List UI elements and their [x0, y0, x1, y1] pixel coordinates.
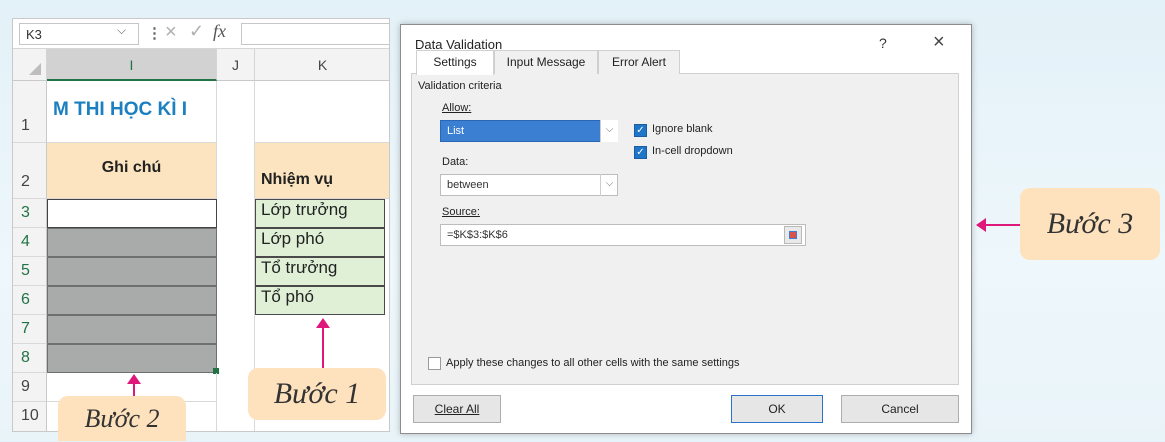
row-header-1[interactable]: 1: [13, 81, 47, 143]
ignore-blank-label: Ignore blank: [652, 123, 713, 135]
role-cell-to-pho[interactable]: Tổ phó: [255, 286, 385, 315]
row-header-9[interactable]: 9: [13, 373, 47, 402]
tab-input-message[interactable]: Input Message: [494, 50, 598, 74]
data-label: Data:: [442, 156, 469, 168]
row-header-2[interactable]: 2: [13, 143, 47, 199]
row-header-5[interactable]: 5: [13, 257, 47, 286]
data-select[interactable]: between: [440, 174, 618, 196]
tab-error-alert[interactable]: Error Alert: [598, 50, 680, 74]
apply-all-checkbox[interactable]: [428, 357, 441, 370]
close-icon[interactable]: ×: [933, 31, 945, 54]
ignore-blank-checkbox[interactable]: ✓: [634, 124, 647, 137]
validation-criteria-label: Validation criteria: [418, 80, 502, 92]
formula-bar: K3 ⌵ ⋮ × ✓ fx: [13, 19, 389, 49]
source-label: Source:: [442, 206, 480, 218]
buoc2-label: Bước 2: [58, 396, 186, 441]
data-dropdown-icon[interactable]: ⌵: [600, 174, 618, 196]
header-nhiem-vu[interactable]: Nhiệm vụ: [255, 143, 389, 199]
buoc3-label: Bước 3: [1020, 188, 1160, 260]
row-header-10[interactable]: 10: [13, 402, 47, 431]
role-cell-to-truong[interactable]: Tổ trưởng: [255, 257, 385, 286]
cancel-entry-icon[interactable]: ×: [165, 21, 177, 44]
row-header-8[interactable]: 8: [13, 344, 47, 373]
clear-all-button[interactable]: Clear All: [413, 395, 501, 423]
row-header-7[interactable]: 7: [13, 315, 47, 344]
row-header-3[interactable]: 3: [13, 199, 47, 228]
data-validation-dialog: Data Validation ? × Settings Input Messa…: [400, 24, 972, 434]
sheet-title[interactable]: M THI HỌC KÌ I: [47, 81, 217, 143]
column-header-i[interactable]: I: [47, 49, 217, 81]
role-cell-lop-pho[interactable]: Lớp phó: [255, 228, 385, 257]
range-selector-icon[interactable]: [784, 226, 802, 244]
allow-select[interactable]: List: [440, 120, 618, 142]
insert-function-icon[interactable]: fx: [213, 21, 226, 42]
role-cell-lop-truong[interactable]: Lớp trưởng: [255, 199, 385, 228]
in-cell-dropdown-checkbox[interactable]: ✓: [634, 146, 647, 159]
help-icon[interactable]: ?: [879, 35, 887, 51]
source-input[interactable]: =$K$3:$K$6: [440, 224, 806, 246]
buoc2-arrow-line: [133, 382, 135, 396]
name-box-dropdown-icon[interactable]: ⌵: [117, 23, 126, 38]
allow-label: Allow:: [442, 102, 472, 114]
cancel-button[interactable]: Cancel: [841, 395, 959, 423]
column-header-j[interactable]: J: [217, 49, 255, 81]
cell-k1[interactable]: [255, 81, 389, 143]
ok-button[interactable]: OK: [731, 395, 823, 423]
buoc1-arrow-icon: [316, 318, 330, 328]
select-all-triangle-icon: [29, 63, 41, 75]
in-cell-dropdown-label: In-cell dropdown: [652, 145, 733, 157]
buoc3-arrow-icon: [976, 218, 986, 232]
clear-all-label: Clear All: [434, 402, 480, 416]
cell-i3[interactable]: [47, 199, 217, 228]
tab-settings[interactable]: Settings: [416, 50, 494, 75]
header-ghi-chu[interactable]: Ghi chú: [47, 143, 217, 199]
row-header-6[interactable]: 6: [13, 286, 47, 315]
settings-panel: Settings Input Message Error Alert Valid…: [411, 50, 959, 385]
confirm-entry-icon[interactable]: ✓: [189, 21, 204, 42]
cell-i4[interactable]: [47, 228, 217, 257]
formula-input[interactable]: [241, 23, 389, 45]
cell-i5[interactable]: [47, 257, 217, 286]
buoc1-label: Bước 1: [248, 368, 386, 420]
cell-i8[interactable]: [47, 344, 217, 373]
cell-i7[interactable]: [47, 315, 217, 344]
row-header-4[interactable]: 4: [13, 228, 47, 257]
cell-i6[interactable]: [47, 286, 217, 315]
buoc2-arrow-icon: [127, 374, 141, 384]
buoc3-arrow-line: [985, 224, 1021, 226]
apply-all-label: Apply these changes to all other cells w…: [446, 357, 740, 369]
buoc1-arrow-line: [322, 326, 324, 368]
allow-dropdown-icon[interactable]: ⌵: [600, 120, 618, 142]
column-header-k[interactable]: K: [255, 49, 389, 81]
formula-bar-grip-icon: ⋮: [147, 25, 162, 42]
